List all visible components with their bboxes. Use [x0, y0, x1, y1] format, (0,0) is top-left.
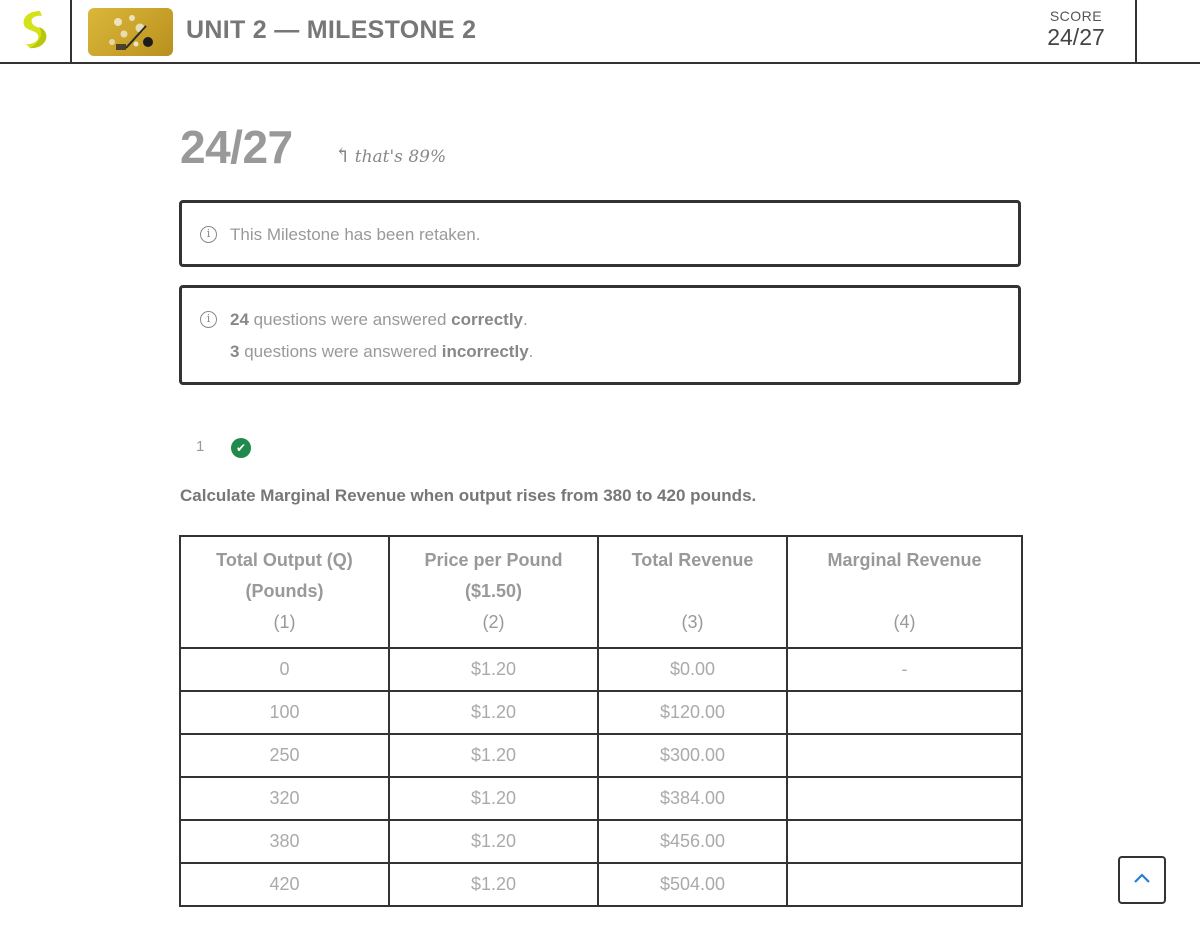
- column-header-subtitle: [605, 576, 780, 607]
- retaken-notice: i This Milestone has been retaken.: [179, 200, 1021, 267]
- column-header-title: Marginal Revenue: [827, 550, 982, 570]
- table-cell: $1.20: [388, 862, 599, 907]
- column-header-title: Total Revenue: [631, 550, 754, 570]
- table-cell: $384.00: [597, 776, 788, 821]
- score-value: 24/27: [1047, 24, 1105, 50]
- unit-title: UNIT 2 — MILESTONE 2: [186, 16, 477, 44]
- answers-summary-notice: i 24 questions were answered correctly. …: [179, 285, 1021, 385]
- column-header-subtitle: ($1.50): [464, 581, 523, 601]
- table-cell: $0.00: [597, 647, 788, 692]
- table-cell: [786, 862, 1023, 907]
- column-header-number: (4): [893, 612, 916, 632]
- column-header-title: Total Output (Q): [216, 550, 353, 570]
- table-cell: $1.20: [388, 776, 599, 821]
- menu-cell[interactable]: [1135, 0, 1200, 62]
- column-header-title: Price per Pound: [424, 550, 563, 570]
- big-score: 24/27: [180, 121, 293, 173]
- info-icon: i: [200, 311, 217, 328]
- table-cell: $1.20: [388, 690, 599, 735]
- incorrect-summary: 3 questions were answered incorrectly.: [230, 342, 534, 361]
- sophia-logo-icon[interactable]: [18, 8, 52, 55]
- incorrect-count: 3: [230, 342, 240, 361]
- column-header-number: (2): [482, 612, 505, 632]
- table-header-row: Total Output (Q) (Pounds) (1) Price per …: [179, 535, 1023, 649]
- table-cell: $1.20: [388, 647, 599, 692]
- table-cell: [786, 776, 1023, 821]
- logo-cell[interactable]: [0, 0, 72, 62]
- table-cell: $1.20: [388, 733, 599, 778]
- table-cell: [786, 819, 1023, 864]
- table-cell: $456.00: [597, 819, 788, 864]
- question-text: Calculate Marginal Revenue when output r…: [180, 486, 757, 505]
- info-icon: i: [200, 226, 217, 243]
- column-header-subtitle: [794, 576, 1015, 607]
- incorrect-word: incorrectly: [441, 342, 529, 361]
- column-header-subtitle: (Pounds): [245, 581, 324, 601]
- table-cell: $1.20: [388, 819, 599, 864]
- unit-thumbnail-image: [88, 8, 173, 56]
- correct-count: 24: [230, 310, 249, 329]
- column-header: Price per Pound ($1.50) (2): [388, 535, 599, 649]
- checkmark-icon: ✔: [231, 438, 251, 458]
- table-cell: 320: [179, 776, 390, 821]
- top-bar: UNIT 2 — MILESTONE 2 SCORE 24/27: [0, 0, 1200, 64]
- percent-note: ↰ that's 89%: [334, 143, 446, 167]
- table-cell: [786, 733, 1023, 778]
- retaken-text: This Milestone has been retaken.: [230, 225, 481, 244]
- table-cell: -: [786, 647, 1023, 692]
- table-cell: [786, 690, 1023, 735]
- table-cell: 100: [179, 690, 390, 735]
- table-row: 250 $1.20 $300.00: [179, 733, 1023, 778]
- table-row: 100 $1.20 $120.00: [179, 690, 1023, 735]
- column-header: Marginal Revenue (4): [786, 535, 1023, 649]
- table-cell: $504.00: [597, 862, 788, 907]
- revenue-table: Total Output (Q) (Pounds) (1) Price per …: [179, 535, 1023, 907]
- table-cell: $300.00: [597, 733, 788, 778]
- correct-word: correctly: [451, 310, 523, 329]
- score-label: SCORE: [1049, 8, 1103, 24]
- score-box: SCORE 24/27: [1030, 8, 1122, 51]
- chevron-up-icon[interactable]: [1133, 871, 1151, 889]
- column-header: Total Output (Q) (Pounds) (1): [179, 535, 390, 649]
- table-cell: 380: [179, 819, 390, 864]
- table-cell: 250: [179, 733, 390, 778]
- question-number: 1: [196, 438, 205, 455]
- table-row: 380 $1.20 $456.00: [179, 819, 1023, 864]
- table-cell: 0: [179, 647, 390, 692]
- table-row: 0 $1.20 $0.00 -: [179, 647, 1023, 692]
- table-cell: $120.00: [597, 690, 788, 735]
- arrow-left-icon: ↰: [334, 143, 351, 167]
- correct-text: questions were answered: [253, 310, 447, 329]
- back-to-top-button[interactable]: [1118, 856, 1166, 904]
- column-header: Total Revenue (3): [597, 535, 788, 649]
- incorrect-text: questions were answered: [244, 342, 437, 361]
- correct-summary: 24 questions were answered correctly.: [230, 310, 528, 329]
- table-row: 420 $1.20 $504.00: [179, 862, 1023, 907]
- table-row: 320 $1.20 $384.00: [179, 776, 1023, 821]
- table-cell: 420: [179, 862, 390, 907]
- column-header-number: (3): [681, 612, 704, 632]
- column-header-number: (1): [273, 612, 296, 632]
- percent-note-text: that's 89%: [354, 147, 447, 167]
